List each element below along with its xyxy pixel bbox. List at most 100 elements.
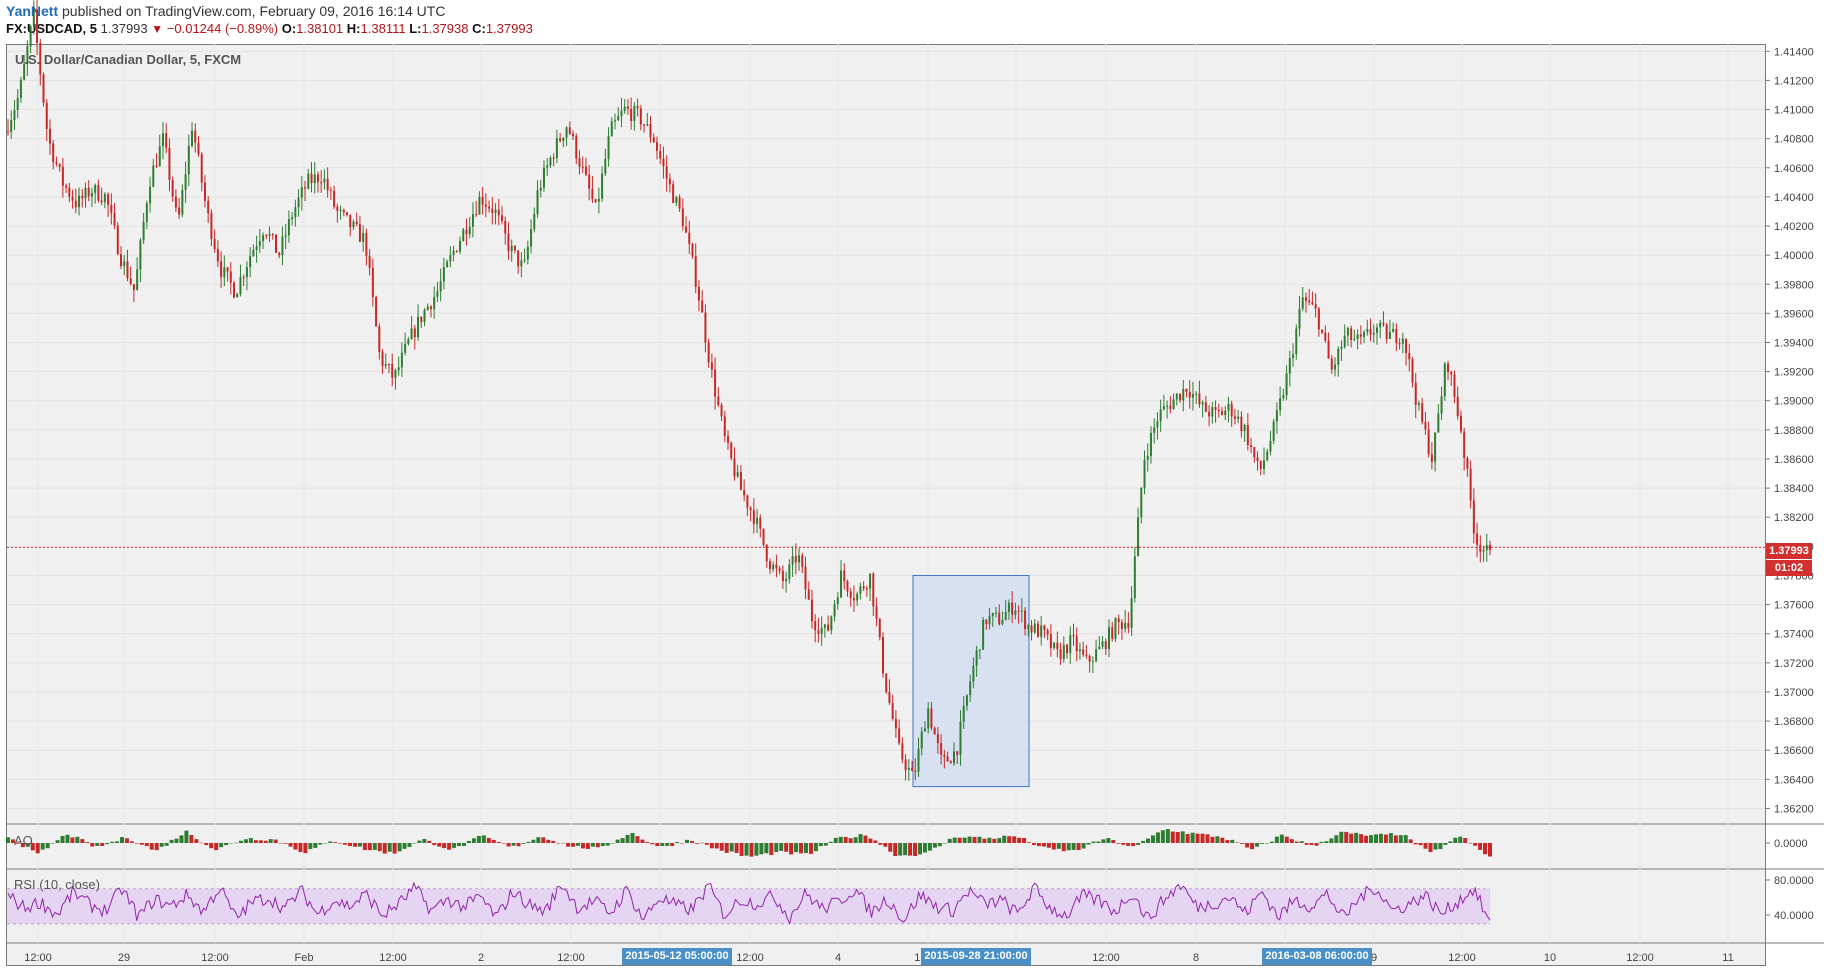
price-candle-body — [578, 158, 581, 167]
price-candle-body — [1375, 327, 1378, 333]
price-candle-body — [426, 306, 429, 310]
ao-bar — [645, 842, 650, 843]
ao-bar — [1160, 830, 1165, 843]
ao-bar — [144, 843, 149, 847]
ao-bar — [769, 843, 774, 856]
ao-bar — [258, 840, 263, 843]
ao-bar — [848, 838, 853, 843]
price-candle-body — [833, 604, 836, 617]
ao-bar — [784, 843, 789, 852]
price-candle-body — [807, 589, 810, 600]
ao-bar — [224, 843, 229, 846]
ao-pane-title: AO — [14, 833, 33, 848]
price-candle-body — [1069, 634, 1072, 654]
price-candle-body — [333, 190, 336, 207]
ao-bar — [35, 843, 40, 854]
price-candle-body — [1072, 634, 1075, 637]
ao-bar — [1413, 843, 1418, 845]
price-candle-body — [446, 261, 449, 267]
ao-bar — [541, 837, 546, 843]
ao-bar — [1438, 843, 1443, 850]
price-candle-body — [497, 209, 500, 216]
price-candle-body — [161, 133, 164, 147]
price-candle-body — [97, 184, 100, 201]
price-candle-body — [1214, 407, 1217, 410]
price-candle-body — [565, 127, 568, 138]
ao-bar — [1289, 839, 1294, 843]
price-candle-body — [827, 624, 830, 631]
price-candle-body — [559, 138, 562, 141]
y-tick-label: 1.38600 — [1774, 454, 1814, 466]
price-candle-body — [120, 254, 123, 267]
price-candle-body — [352, 221, 355, 228]
price-candle-body — [965, 695, 968, 706]
chart-canvas[interactable]: 1.41400 1.41200 1.41000 1.40800 1.40600 1.404… — [0, 0, 1824, 971]
ao-bar — [501, 843, 506, 844]
price-candle-body — [778, 568, 781, 571]
ao-bar — [457, 843, 462, 847]
ao-bar — [1175, 832, 1180, 843]
price-candle-body — [1427, 429, 1430, 455]
ao-bar — [1195, 833, 1200, 843]
price-candle-body — [849, 591, 852, 598]
ao-bar — [333, 842, 338, 843]
price-candle-body — [759, 517, 762, 529]
price-candle-body — [633, 106, 636, 122]
price-candle-body — [191, 130, 194, 146]
price-candle-body — [697, 286, 700, 301]
ao-bar — [1458, 836, 1463, 843]
price-candle-body — [623, 106, 626, 111]
ao-bar — [343, 843, 348, 845]
price-candle-body — [213, 238, 216, 249]
y-tick-label: 1.36600 — [1774, 745, 1814, 757]
ao-bar — [134, 843, 139, 844]
ao-bar — [55, 840, 60, 843]
y-tick-label: 1.38400 — [1774, 483, 1814, 495]
ao-bar — [179, 835, 184, 843]
ao-bar — [724, 843, 729, 853]
ao-bar — [189, 835, 194, 843]
price-candle-body — [1195, 393, 1198, 395]
ao-bar — [853, 837, 858, 843]
price-candle-body — [523, 259, 526, 261]
ao-bar — [590, 843, 595, 847]
price-candle-body — [310, 173, 313, 184]
ao-bar — [90, 843, 95, 847]
price-candle-body — [1482, 550, 1485, 552]
ao-bar — [392, 843, 397, 854]
price-candle-body — [110, 204, 113, 213]
ao-bar — [1091, 841, 1096, 843]
price-candle-body — [439, 281, 442, 292]
price-candle-body — [1250, 445, 1253, 448]
price-candle-body — [675, 197, 678, 203]
price-candle-body — [1001, 620, 1004, 625]
price-candle-body — [1275, 410, 1278, 422]
ao-bar — [6, 837, 10, 843]
ao-bar — [714, 843, 719, 849]
price-candle-body — [1327, 340, 1330, 359]
ao-bar — [1369, 835, 1374, 843]
price-candle-body — [375, 297, 378, 327]
price-candle-body — [1298, 308, 1301, 329]
price-candle-body — [542, 167, 545, 188]
price-candle-body — [442, 266, 445, 282]
price-candle-body — [743, 489, 746, 496]
ao-bar — [1349, 833, 1354, 843]
price-candle-body — [636, 106, 639, 109]
price-candle-body — [1243, 425, 1246, 432]
price-candle-body — [526, 246, 529, 260]
ao-bar — [1260, 843, 1264, 844]
price-candle-body — [1198, 393, 1201, 405]
y-tick-label: 1.40200 — [1774, 221, 1814, 233]
ao-bar — [754, 843, 759, 856]
price-candle-body — [1240, 416, 1243, 432]
price-candle-body — [517, 250, 520, 267]
ao-bar — [719, 843, 724, 851]
price-candle-body — [1334, 364, 1337, 370]
price-candle-body — [1340, 346, 1343, 349]
price-candle-body — [475, 214, 478, 216]
price-candle-body — [1279, 398, 1282, 411]
price-candle-body — [116, 225, 119, 255]
time-marker-2: 2015-09-28 21:00:00 — [921, 948, 1031, 965]
price-candle-body — [236, 293, 239, 298]
